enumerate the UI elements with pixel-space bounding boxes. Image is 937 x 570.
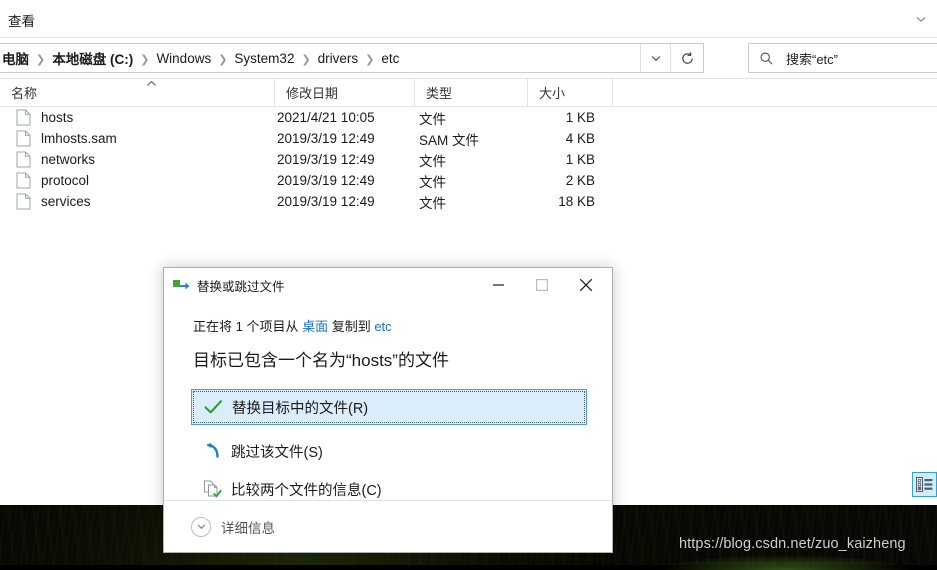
ribbon-strip: 查看 [0, 0, 937, 38]
file-name-cell[interactable]: networks [0, 151, 275, 168]
details-view-icon[interactable] [912, 472, 937, 497]
details-toggle-label[interactable]: 详细信息 [221, 517, 275, 537]
minimize-icon[interactable] [476, 268, 520, 301]
column-header-type[interactable]: 类型 [415, 78, 528, 107]
file-type-cell: 文件 [419, 153, 446, 169]
file-name-text: hosts [41, 110, 74, 125]
file-icon [16, 109, 31, 126]
column-header-name-label: 名称 [11, 86, 38, 101]
table-row[interactable]: hosts 2021/4/21 10:05 文件 1 KB [0, 107, 937, 128]
breadcrumb-item-4[interactable]: drivers [318, 51, 359, 66]
address-bar-row: 电脑 ❯ 本地磁盘 (C:) ❯ Windows ❯ System32 ❯ dr… [0, 38, 937, 79]
file-icon [16, 172, 31, 189]
file-name-cell[interactable]: hosts [0, 109, 275, 126]
option-compare-files-label: 比较两个文件的信息(C) [231, 482, 382, 499]
table-row[interactable]: networks 2019/3/19 12:49 文件 1 KB [0, 149, 937, 170]
file-size-cell: 18 KB [558, 194, 595, 209]
file-date-cell: 2019/3/19 12:49 [277, 152, 375, 167]
watermark-text: https://blog.csdn.net/zuo_kaizheng [679, 536, 906, 552]
table-row[interactable]: services 2019/3/19 12:49 文件 18 KB [0, 191, 937, 212]
breadcrumb[interactable]: 电脑 ❯ 本地磁盘 (C:) ❯ Windows ❯ System32 ❯ dr… [0, 43, 704, 73]
file-name-text: protocol [41, 173, 90, 188]
file-name-text: services [41, 194, 91, 209]
breadcrumb-item-3[interactable]: System32 [234, 51, 294, 66]
dialog-options-list: 替换目标中的文件(R) 跳过该文件(S) 比较两个文件的信息(C) [191, 389, 612, 507]
dialog-subtitle: 正在将 1 个项目从 桌面 复制到 etc [193, 316, 612, 335]
option-replace-file-label: 替换目标中的文件(R) [232, 400, 369, 417]
maximize-icon[interactable] [520, 268, 564, 301]
file-name-text: lmhosts.sam [41, 131, 117, 146]
skip-arrow-icon [202, 441, 223, 461]
address-history-icon[interactable] [640, 44, 670, 72]
file-size-cell: 2 KB [565, 173, 595, 188]
file-size-cell: 1 KB [565, 110, 595, 125]
chevron-down-circle-icon[interactable] [191, 516, 211, 537]
file-size-cell: 1 KB [565, 152, 595, 167]
file-type-cell: SAM 文件 [419, 132, 480, 148]
close-icon[interactable] [564, 268, 608, 301]
table-row[interactable]: lmhosts.sam 2019/3/19 12:49 SAM 文件 4 KB [0, 128, 937, 149]
search-input[interactable]: 搜索“etc” [748, 43, 937, 73]
table-row[interactable]: protocol 2019/3/19 12:49 文件 2 KB [0, 170, 937, 191]
option-replace-file[interactable]: 替换目标中的文件(R) [191, 389, 587, 425]
dialog-titlebar: 替换或跳过文件 [164, 268, 612, 302]
file-type-cell: 文件 [419, 174, 446, 190]
breadcrumb-separator: ❯ [218, 53, 228, 66]
dialog-footer: 详细信息 [164, 500, 612, 552]
dialog-heading: 目标已包含一个名为“hosts”的文件 [193, 351, 449, 370]
file-name-cell[interactable]: services [0, 193, 275, 210]
column-header-size[interactable]: 大小 [528, 78, 613, 107]
tab-view[interactable]: 查看 [8, 10, 35, 30]
dialog-subtitle-middle: 复制到 [328, 319, 375, 334]
file-date-cell: 2019/3/19 12:49 [277, 194, 375, 209]
breadcrumb-separator: ❯ [301, 53, 311, 66]
file-size-cell: 4 KB [565, 131, 595, 146]
column-header-type-label: 类型 [426, 86, 453, 101]
dialog-title: 替换或跳过文件 [197, 279, 285, 294]
file-list: hosts 2021/4/21 10:05 文件 1 KB lmhosts.sa… [0, 107, 937, 212]
ascending-sort-icon [146, 79, 157, 89]
option-skip-file[interactable]: 跳过该文件(S) [191, 433, 587, 469]
breadcrumb-item-0[interactable]: 电脑 [2, 48, 29, 68]
file-icon [16, 193, 31, 210]
search-icon [759, 50, 777, 66]
column-header-date[interactable]: 修改日期 [275, 78, 415, 107]
dialog-body: 正在将 1 个项目从 桌面 复制到 etc 目标已包含一个名为“hosts”的文… [164, 316, 612, 507]
copy-file-icon [173, 278, 190, 292]
dialog-subtitle-prefix: 正在将 1 个项目从 [193, 319, 303, 334]
breadcrumb-separator: ❯ [36, 53, 46, 66]
breadcrumb-separator: ❯ [140, 53, 150, 66]
file-date-cell: 2021/4/21 10:05 [277, 110, 375, 125]
column-header-size-label: 大小 [539, 86, 566, 101]
dialog-target-link[interactable]: etc [374, 319, 391, 334]
replace-or-skip-dialog: 替换或跳过文件 正在将 1 个项目从 桌面 复制到 etc 目标已包含一个名为“… [163, 267, 613, 553]
file-icon [16, 130, 31, 147]
breadcrumb-item-1[interactable]: 本地磁盘 (C:) [52, 48, 133, 68]
column-header-name[interactable]: 名称 [0, 78, 275, 107]
option-skip-file-label: 跳过该文件(S) [231, 444, 323, 461]
compare-files-icon [202, 479, 223, 499]
file-type-cell: 文件 [419, 195, 446, 211]
breadcrumb-separator: ❯ [365, 53, 375, 66]
green-check-icon [203, 397, 224, 417]
file-type-cell: 文件 [419, 111, 446, 127]
file-date-cell: 2019/3/19 12:49 [277, 173, 375, 188]
column-header-date-label: 修改日期 [286, 86, 339, 101]
refresh-icon[interactable] [670, 44, 703, 72]
column-header-row: 名称 修改日期 类型 大小 [0, 78, 937, 107]
file-icon [16, 151, 31, 168]
file-date-cell: 2019/3/19 12:49 [277, 131, 375, 146]
search-placeholder-text: 搜索“etc” [786, 51, 839, 67]
file-name-cell[interactable]: protocol [0, 172, 275, 189]
chevron-down-icon[interactable] [914, 12, 928, 26]
breadcrumb-item-2[interactable]: Windows [156, 51, 211, 66]
file-name-cell[interactable]: lmhosts.sam [0, 130, 275, 147]
dialog-source-link[interactable]: 桌面 [302, 319, 328, 334]
breadcrumb-item-5[interactable]: etc [381, 51, 399, 66]
file-name-text: networks [41, 152, 96, 167]
